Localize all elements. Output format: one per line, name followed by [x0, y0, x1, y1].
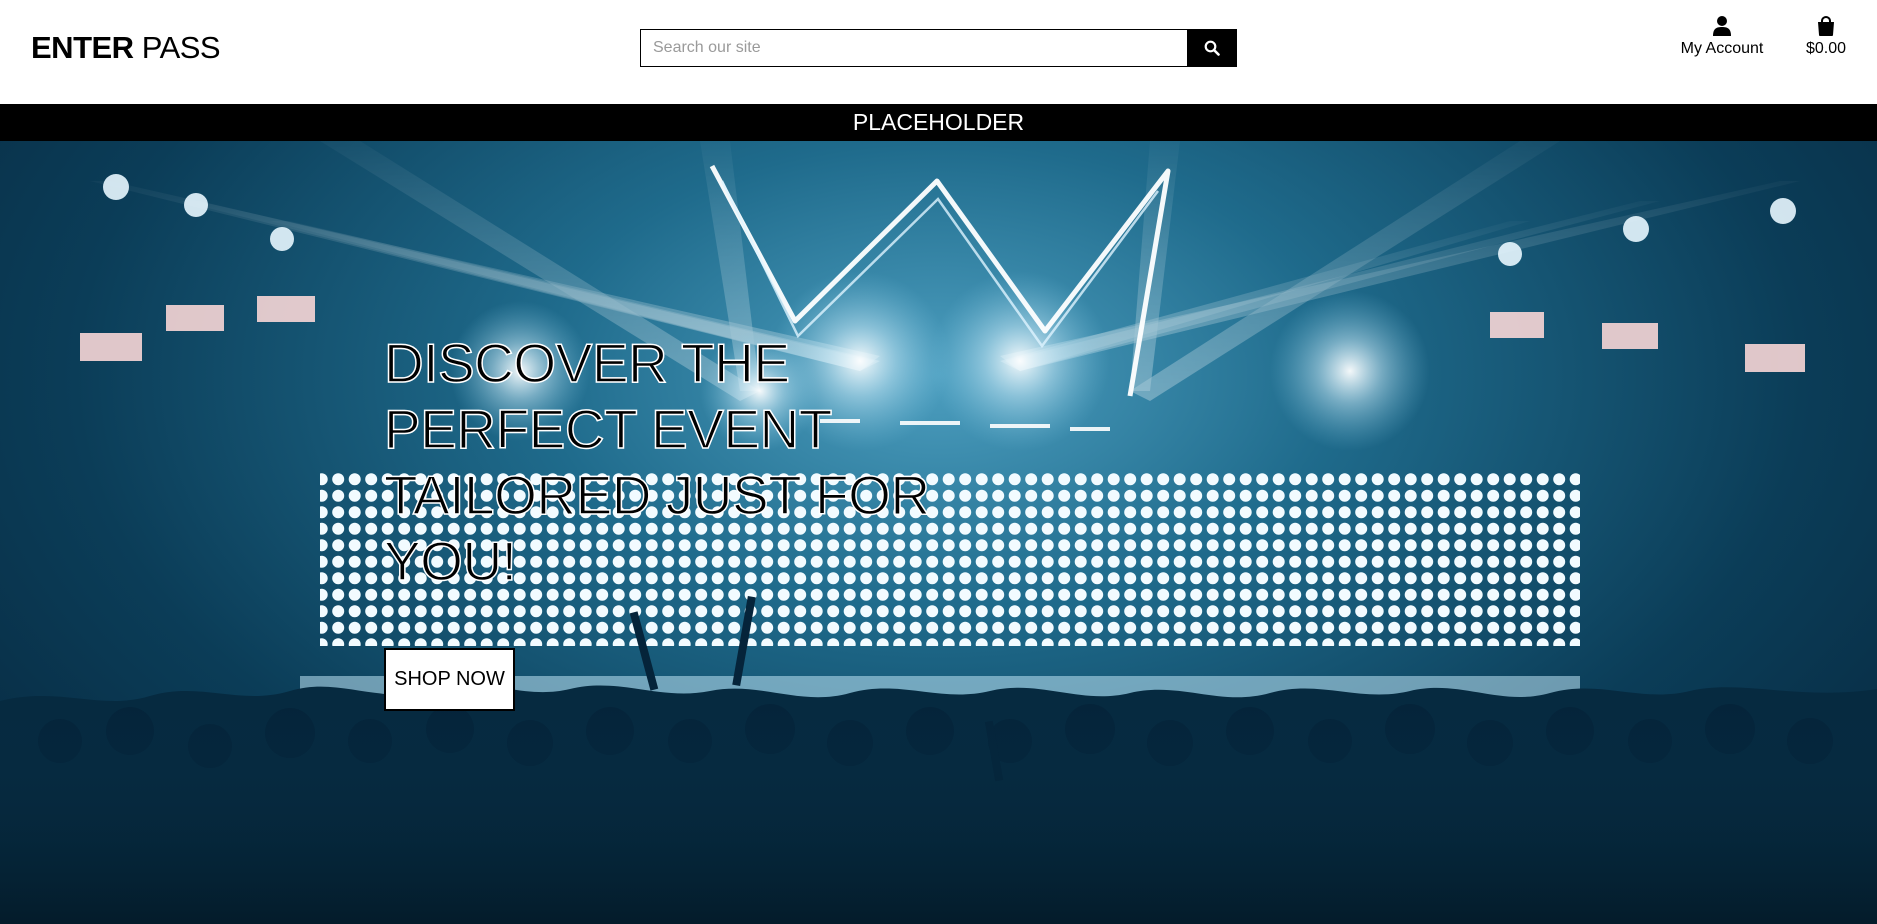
search-input[interactable]: [640, 29, 1188, 67]
my-account-link[interactable]: My Account: [1672, 16, 1772, 58]
shopping-bag-link[interactable]: $0.00: [1796, 16, 1856, 58]
shopping-bag-icon: [1818, 16, 1834, 36]
logo-word-pass: PASS: [141, 30, 221, 65]
hero-section: DISCOVER THE PERFECT EVENT TAILORED JUST…: [0, 141, 1877, 924]
search-icon: [1204, 40, 1220, 56]
banner-text: PLACEHOLDER: [852, 109, 1025, 135]
search-button[interactable]: [1187, 29, 1237, 67]
site-header: ENTER PASS My Account $0.00: [0, 0, 1877, 104]
logo-word-enter: ENTER: [31, 30, 134, 65]
search-form: [640, 29, 1237, 67]
user-icon: [1713, 16, 1731, 36]
hero-headline: DISCOVER THE PERFECT EVENT TAILORED JUST…: [383, 331, 931, 593]
my-account-label: My Account: [1680, 40, 1764, 57]
site-logo[interactable]: ENTER PASS: [31, 30, 221, 66]
bag-total: $0.00: [1805, 40, 1847, 57]
shop-now-button[interactable]: SHOP NOW: [384, 648, 515, 711]
announcement-banner: PLACEHOLDER: [0, 104, 1877, 141]
